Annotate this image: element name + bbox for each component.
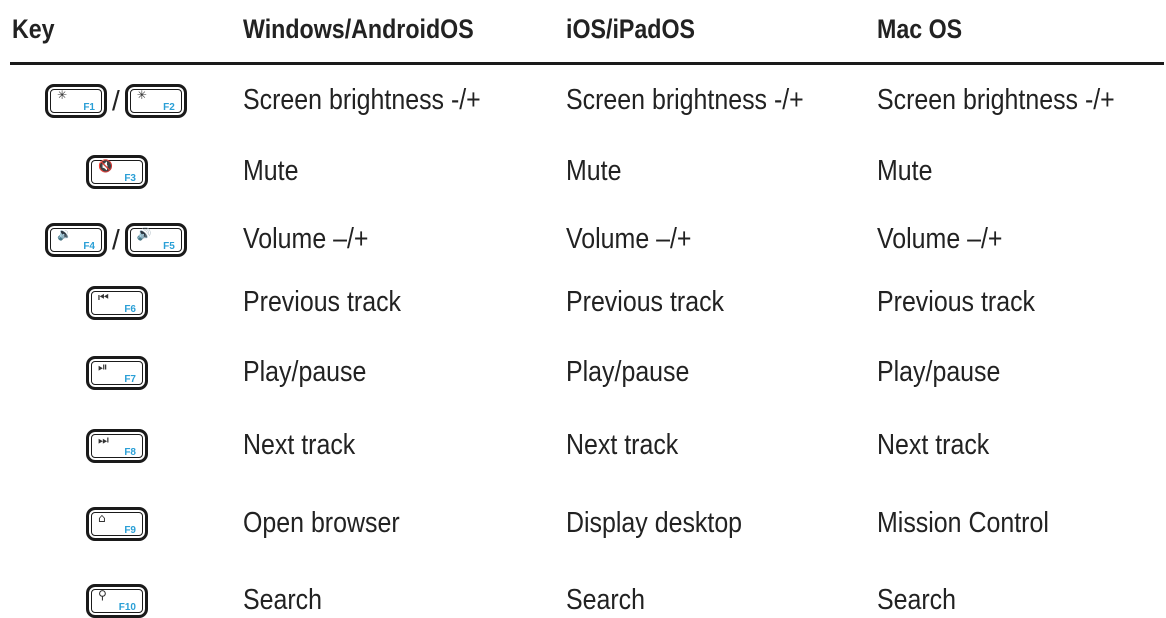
function-key-label: F8 — [124, 447, 136, 458]
key-group: 🔉 F4 / 🔊 F5 — [45, 223, 187, 257]
cell-ios: Mute — [566, 155, 622, 187]
function-key-f8: ⏭ F8 — [86, 429, 148, 463]
function-key-f6: ⏮ F6 — [86, 286, 148, 320]
function-key-f4: 🔉 F4 — [45, 223, 107, 257]
header-key: Key — [12, 14, 55, 44]
previous-track-icon: ⏮ — [98, 290, 109, 304]
function-key-label: F10 — [118, 602, 136, 613]
function-key-label: F7 — [124, 374, 136, 385]
function-key-f2: ✳ F2 — [124, 84, 187, 118]
cell-ios: Next track — [566, 429, 679, 461]
key-group: ⏯ F7 — [86, 356, 148, 390]
cell-mac: Screen brightness -/+ — [877, 84, 1115, 116]
cell-windows: Previous track — [243, 286, 402, 318]
volume-up-icon: 🔊 — [136, 227, 152, 241]
cell-windows: Volume –/+ — [243, 223, 369, 255]
function-key-label: F2 — [163, 102, 175, 113]
volume-down-icon: 🔉 — [57, 227, 72, 241]
header-windows: Windows/AndroidOS — [243, 14, 474, 44]
key-group: ⏮ F6 — [86, 286, 148, 320]
cell-ios: Search — [566, 584, 646, 616]
function-key-label: F5 — [163, 241, 175, 252]
function-key-f1: ✳ F1 — [45, 84, 107, 118]
search-icon: ⚲ — [98, 588, 107, 602]
key-group: 🔇 F3 — [86, 155, 148, 189]
cell-windows: Open browser — [243, 507, 400, 539]
function-key-label: F1 — [83, 102, 95, 113]
header-mac: Mac OS — [877, 14, 963, 44]
function-key-label: F6 — [124, 304, 136, 315]
cell-mac: Volume –/+ — [877, 223, 1003, 255]
key-group: ⚲ F10 — [86, 584, 148, 618]
function-key-label: F9 — [124, 525, 136, 536]
function-key-label: F3 — [124, 173, 136, 184]
cell-windows: Search — [243, 584, 323, 616]
function-key-table: Key Windows/AndroidOS iOS/iPadOS Mac OS … — [0, 0, 1166, 618]
function-key-f3: 🔇 F3 — [86, 155, 148, 189]
function-key-f7: ⏯ F7 — [86, 356, 148, 390]
brightness-down-icon: ✳ — [57, 88, 68, 102]
cell-windows: Screen brightness -/+ — [243, 84, 481, 116]
header-ios: iOS/iPadOS — [566, 14, 696, 44]
cell-mac: Next track — [877, 429, 990, 461]
cell-ios: Volume –/+ — [566, 223, 692, 255]
cell-windows: Mute — [243, 155, 299, 187]
function-key-f9: ⌂ F9 — [86, 507, 148, 541]
key-group: ⌂ F9 — [86, 507, 148, 541]
key-group: ✳ F1 / ✳ F2 — [45, 84, 187, 118]
brightness-up-icon: ✳ — [136, 88, 147, 102]
cell-mac: Search — [877, 584, 957, 616]
home-icon: ⌂ — [98, 511, 106, 525]
cell-mac: Play/pause — [877, 356, 1001, 388]
function-key-label: F4 — [83, 241, 95, 252]
cell-ios: Previous track — [566, 286, 725, 318]
play-pause-icon: ⏯ — [98, 360, 108, 374]
mute-icon: 🔇 — [98, 159, 113, 173]
next-track-icon: ⏭ — [98, 433, 109, 447]
cell-windows: Play/pause — [243, 356, 367, 388]
cell-windows: Next track — [243, 429, 356, 461]
key-group: ⏭ F8 — [86, 429, 148, 463]
cell-mac: Previous track — [877, 286, 1036, 318]
cell-ios: Play/pause — [566, 356, 690, 388]
function-key-f10: ⚲ F10 — [86, 584, 148, 618]
key-separator: / — [112, 224, 120, 255]
cell-ios: Screen brightness -/+ — [566, 84, 804, 116]
cell-mac: Mute — [877, 155, 933, 187]
cell-mac: Mission Control — [877, 507, 1049, 539]
header-divider — [10, 62, 1164, 65]
cell-ios: Display desktop — [566, 507, 743, 539]
function-key-f5: 🔊 F5 — [124, 223, 187, 257]
key-separator: / — [112, 85, 120, 116]
